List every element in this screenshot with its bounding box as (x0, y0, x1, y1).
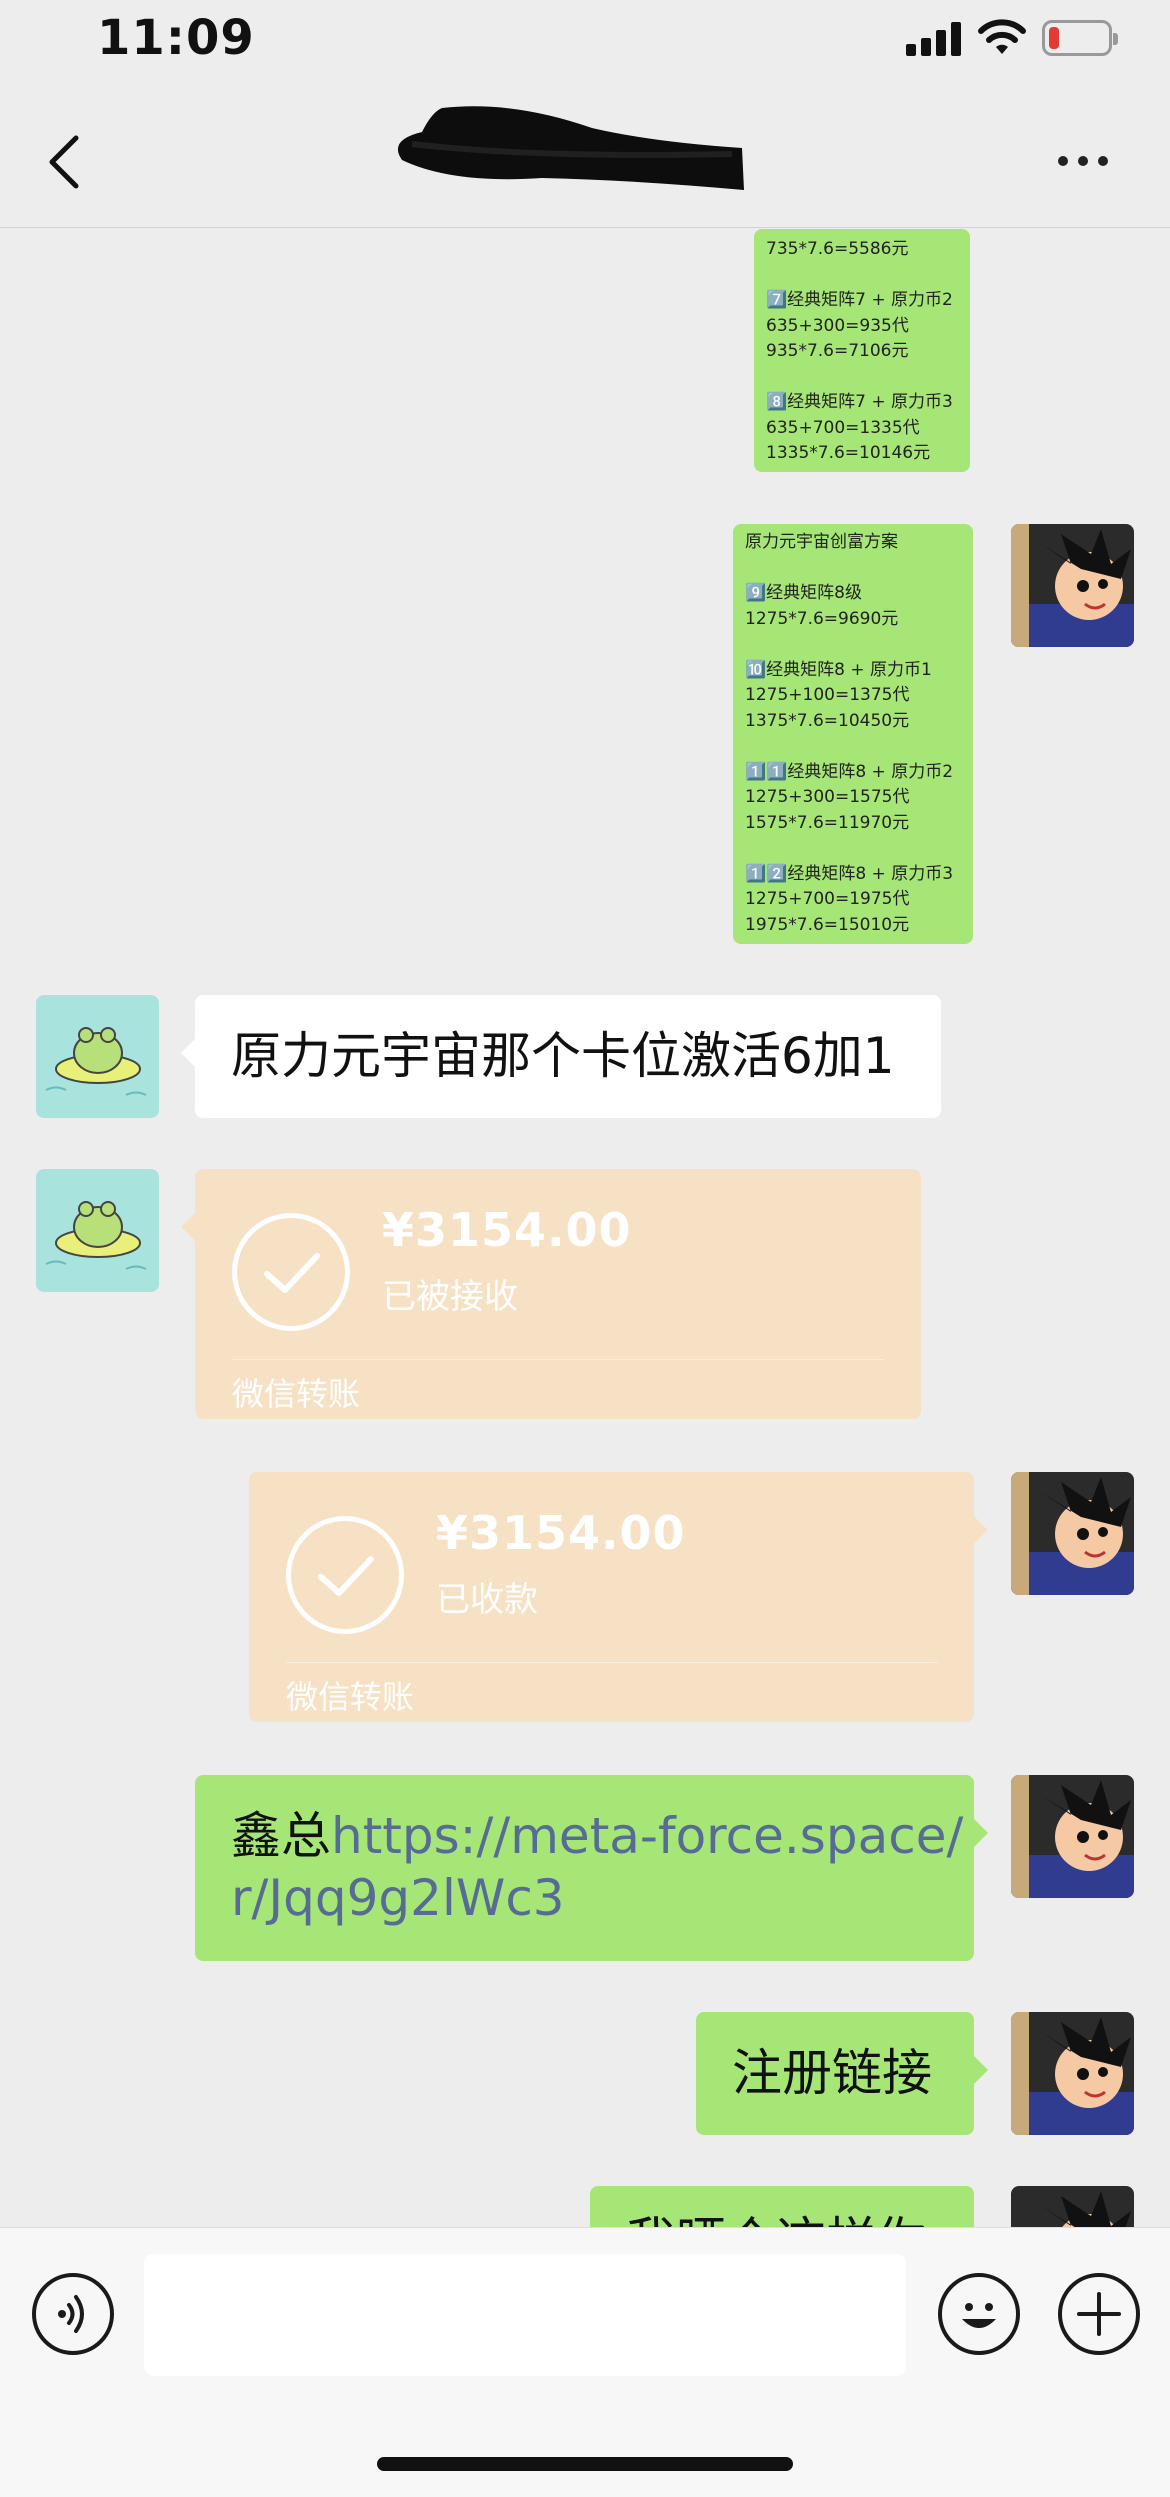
avatar-self[interactable] (1011, 1775, 1134, 1898)
avatar-contact[interactable] (36, 1169, 159, 1292)
check-circle-icon (232, 1213, 350, 1331)
more-options-icon[interactable] (1058, 146, 1114, 176)
self-avatar-icon (1011, 2012, 1134, 2135)
self-avatar-icon (1011, 1472, 1134, 1595)
redaction-mark (397, 106, 744, 190)
avatar-self[interactable] (1011, 2186, 1134, 2227)
message-list[interactable]: 735*7.6=5586元 7️⃣经典矩阵7 + 原力币2 635+300=93… (0, 229, 1170, 2227)
battery-icon (1042, 20, 1118, 56)
message-bubble-outgoing[interactable]: 鑫总https://meta-force.space/ r/Jqq9g2lWc3 (195, 1775, 988, 1961)
message-bubble-outgoing[interactable]: 735*7.6=5586元 7️⃣经典矩阵7 + 原力币2 635+300=93… (754, 229, 970, 472)
check-circle-icon (286, 1516, 404, 1634)
transfer-card-incoming[interactable]: ¥3154.00 已被接收 微信转账 (181, 1169, 921, 1419)
transfer-amount: ¥3154.00 (436, 1506, 686, 1560)
message-text: 原力元宇宙创富方案 9️⃣经典矩阵8级 1275*7.6=9690元 🔟经典矩阵… (745, 532, 954, 935)
emoji-icon (962, 2303, 996, 2328)
avatar-self[interactable] (1011, 524, 1134, 647)
message-bubble-outgoing[interactable]: 原力元宇宙创富方案 9️⃣经典矩阵8级 1275*7.6=9690元 🔟经典矩阵… (733, 524, 973, 944)
transfer-card-outgoing[interactable]: ¥3154.00 已收款 微信转账 (249, 1472, 988, 1722)
divider (232, 1359, 884, 1360)
message-text: 鑫总https://meta-force.space/ r/Jqq9g2lWc3 (231, 1805, 963, 1929)
message-prefix: 鑫总 (231, 1807, 331, 1865)
emoji-button[interactable] (938, 2273, 1020, 2355)
home-indicator (377, 2457, 793, 2471)
transfer-amount: ¥3154.00 (382, 1203, 632, 1257)
message-text: 注册链接 (732, 2044, 932, 2102)
message-text: 我晒个这样你 (626, 2210, 926, 2227)
wifi-icon (978, 19, 1026, 54)
back-chevron-icon[interactable] (40, 132, 90, 192)
self-avatar-icon (1011, 1775, 1134, 1898)
self-avatar-icon (1011, 524, 1134, 647)
divider (286, 1662, 938, 1663)
transfer-status: 已被接收 (382, 1277, 518, 1317)
status-time: 11:09 (97, 10, 255, 66)
avatar-self[interactable] (1011, 1472, 1134, 1595)
message-link[interactable]: https://meta-force.space/ r/Jqq9g2lWc3 (231, 1807, 963, 1927)
message-bubble-outgoing[interactable]: 注册链接 (696, 2012, 988, 2135)
frog-avatar-icon (36, 995, 159, 1118)
frog-avatar-icon (36, 1169, 159, 1292)
message-bubble-outgoing[interactable]: 我晒个这样你 (590, 2186, 974, 2227)
message-text: 原力元宇宙那个卡位激活6加1 (231, 1027, 895, 1085)
transfer-status: 已收款 (436, 1580, 538, 1620)
chat-header (0, 80, 1170, 228)
plus-icon (1077, 2292, 1121, 2336)
transfer-label: 微信转账 (286, 1678, 415, 1716)
message-text: 735*7.6=5586元 7️⃣经典矩阵7 + 原力币2 635+300=93… (766, 239, 953, 463)
status-bar: 11:09 (0, 0, 1170, 80)
voice-icon (58, 2295, 84, 2333)
message-input-bar (0, 2227, 1170, 2497)
voice-input-button[interactable] (32, 2273, 114, 2355)
more-functions-button[interactable] (1058, 2273, 1140, 2355)
signal-icon (906, 22, 962, 56)
avatar-contact[interactable] (36, 995, 159, 1118)
avatar-self[interactable] (1011, 2012, 1134, 2135)
self-avatar-icon (1011, 2186, 1134, 2227)
transfer-label: 微信转账 (232, 1375, 361, 1413)
message-text-input[interactable] (144, 2254, 906, 2376)
message-bubble-incoming[interactable]: 原力元宇宙那个卡位激活6加1 (181, 995, 941, 1118)
